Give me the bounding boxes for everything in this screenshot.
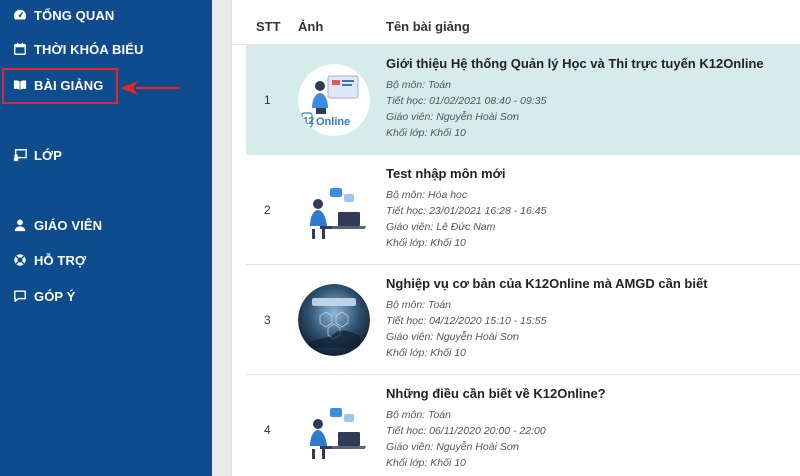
svg-text:12: 12 — [303, 116, 315, 127]
table-row[interactable]: 3 Nghiệp vụ cơ bản của K12Online mà AMGD… — [246, 265, 800, 375]
lesson-teacher: Giáo viên: Nguyễn Hoài Sơn — [386, 111, 520, 123]
sidebar-item-tong-quan[interactable]: TỔNG QUAN — [12, 7, 114, 23]
comment-icon — [12, 288, 28, 304]
sidebar-item-ho-tro[interactable]: HỖ TRỢ — [12, 252, 86, 268]
teacher-computer-illustration-icon: 12 Online — [298, 64, 370, 136]
sidebar-item-label: LỚP — [34, 147, 63, 163]
lesson-time: Tiết học: 06/11/2020 20:00 - 22:00 — [386, 425, 546, 437]
lifebuoy-icon — [12, 252, 28, 268]
lesson-time: Tiết học: 23/01/2021 16:28 - 16:45 — [386, 205, 547, 217]
red-arrow-annotation-icon — [120, 81, 180, 95]
lesson-teacher: Giáo viên: Nguyễn Hoài Sơn — [386, 331, 520, 343]
lesson-grade: Khối lớp: Khối 10 — [386, 457, 466, 469]
sidebar: TỔNG QUAN THỜI KHÓA BIỂU BÀI GIẢNG LỚP G… — [0, 0, 212, 476]
lesson-thumbnail[interactable] — [298, 174, 370, 246]
lesson-subject: Bộ môn: Hóa học — [386, 189, 468, 201]
sidebar-item-label: HỖ TRỢ — [34, 252, 87, 268]
table-header: STT Ảnh Tên bài giảng — [232, 0, 800, 45]
user-icon — [12, 217, 28, 233]
table-row[interactable]: 1 12 Online Giới thiệu Hệ thống Quản lý … — [246, 45, 800, 155]
lesson-teacher: Giáo viên: Lê Đức Nam — [386, 221, 496, 233]
lesson-thumbnail[interactable] — [298, 284, 370, 356]
calendar-icon — [12, 41, 28, 57]
lesson-thumbnail[interactable] — [298, 394, 370, 466]
sidebar-item-label: GÓP Ý — [34, 288, 76, 304]
lesson-time: Tiết học: 01/02/2021 08:40 - 09:35 — [386, 95, 547, 107]
header-image: Ảnh — [298, 19, 324, 34]
lesson-table: STT Ảnh Tên bài giảng 1 12 Online Giới t… — [231, 0, 800, 476]
row-stt: 2 — [264, 203, 271, 217]
dashboard-icon — [12, 7, 28, 23]
row-stt: 4 — [264, 423, 271, 437]
row-stt: 1 — [264, 93, 271, 107]
row-stt: 3 — [264, 313, 271, 327]
lesson-grade: Khối lớp: Khối 10 — [386, 347, 466, 359]
svg-text:Online: Online — [316, 116, 350, 128]
sidebar-item-gop-y[interactable]: GÓP Ý — [12, 288, 75, 304]
lesson-time: Tiết học: 04/12/2020 15:10 - 15:55 — [386, 315, 547, 327]
sidebar-item-label: GIÁO VIÊN — [34, 217, 103, 233]
table-row[interactable]: 2 Test nhập môn mới Bộ môn: Hóa học Tiết… — [246, 155, 800, 265]
header-stt: STT — [256, 19, 281, 34]
lesson-grade: Khối lớp: Khối 10 — [386, 237, 466, 249]
sidebar-item-thoi-khoa-bieu[interactable]: THỜI KHÓA BIỂU — [12, 41, 144, 57]
header-title: Tên bài giảng — [386, 19, 470, 34]
lesson-grade: Khối lớp: Khối 10 — [386, 127, 466, 139]
sidebar-item-lop[interactable]: LỚP — [12, 147, 62, 163]
lesson-title-link[interactable]: Nghiệp vụ cơ bản của K12Online mà AMGD c… — [386, 275, 708, 293]
highlight-annotation-box — [2, 68, 118, 104]
lesson-thumbnail[interactable]: 12 Online — [298, 64, 370, 136]
sidebar-item-label: THỜI KHÓA BIỂU — [34, 41, 144, 57]
lesson-title-link[interactable]: Test nhập môn mới — [386, 165, 546, 183]
lesson-teacher: Giáo viên: Nguyễn Hoài Sơn — [386, 441, 520, 453]
tech-network-photo-icon — [298, 284, 370, 356]
classroom-icon — [12, 147, 28, 163]
table-row[interactable]: 4 Những điều cần biết về K12Online? Bộ m… — [246, 375, 800, 476]
sidebar-item-giao-vien[interactable]: GIÁO VIÊN — [12, 217, 102, 233]
sidebar-item-label: TỔNG QUAN — [34, 7, 115, 23]
lesson-title-link[interactable]: Giới thiệu Hệ thống Quản lý Học và Thi t… — [386, 55, 764, 73]
lesson-subject: Bộ môn: Toán — [386, 79, 451, 91]
lesson-title-link[interactable]: Những điều cần biết về K12Online? — [386, 385, 606, 403]
lesson-subject: Bộ môn: Toán — [386, 409, 451, 421]
person-laptop-illustration-icon — [298, 394, 370, 466]
lesson-subject: Bộ môn: Toán — [386, 299, 451, 311]
person-laptop-illustration-icon — [298, 174, 370, 246]
